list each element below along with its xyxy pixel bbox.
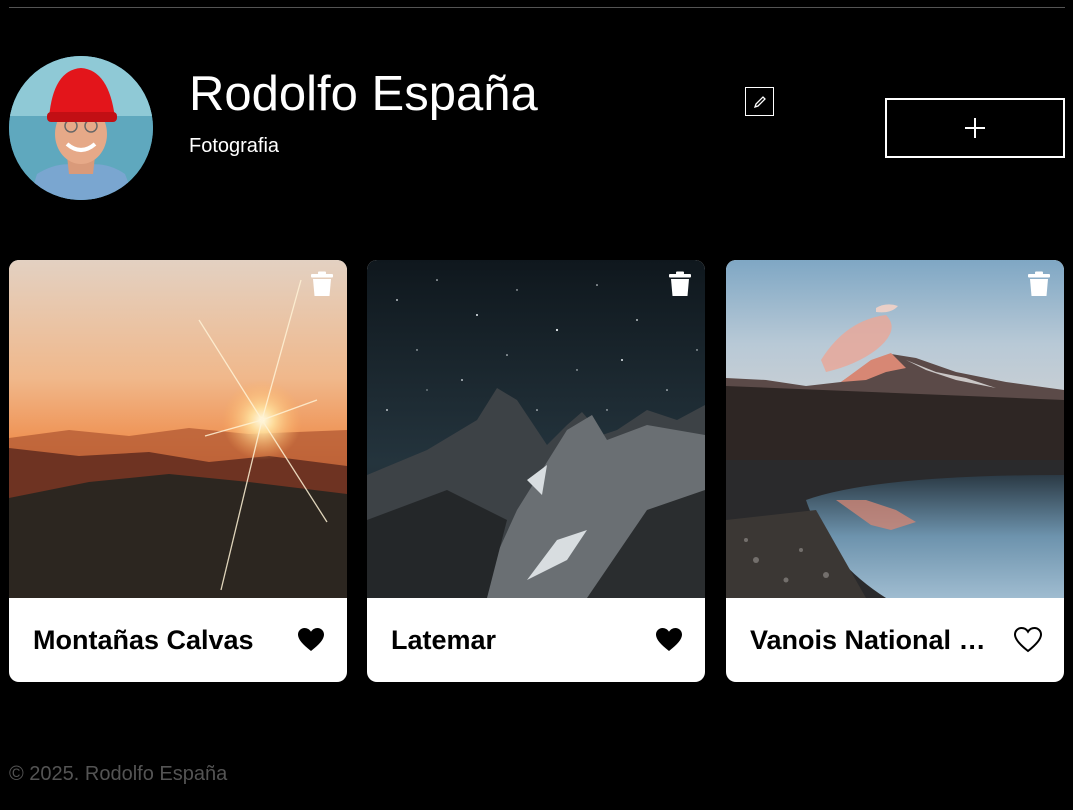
card-title: Montañas Calvas (33, 625, 254, 655)
card-info: Montañas Calvas (9, 598, 347, 682)
like-button[interactable] (297, 627, 325, 653)
card-title: Vanois National Park (750, 625, 1002, 655)
card-title: Latemar (391, 625, 497, 655)
profile-avatar[interactable] (9, 56, 153, 200)
heart-outline-icon (1013, 626, 1043, 653)
add-card-button[interactable] (885, 98, 1065, 158)
delete-card-button[interactable] (309, 271, 335, 297)
card: Montañas Calvas (9, 260, 347, 682)
card-image[interactable] (726, 260, 1064, 598)
card-info: Latemar (367, 598, 705, 682)
card-info: Vanois National Park (726, 598, 1064, 682)
trash-icon (311, 271, 333, 296)
profile-name: Rodolfo España (189, 67, 538, 121)
card: Vanois National Park (726, 260, 1064, 682)
trash-icon (669, 271, 691, 296)
delete-card-button[interactable] (1026, 271, 1052, 297)
footer-copyright: © 2025. Rodolfo España (9, 763, 228, 785)
card-image[interactable] (367, 260, 705, 598)
pencil-icon (753, 95, 766, 108)
trash-icon (1028, 271, 1050, 296)
edit-profile-button[interactable] (745, 87, 774, 116)
heart-filled-icon (298, 628, 324, 651)
profile-about: Fotografia (189, 135, 280, 157)
like-button[interactable] (655, 627, 683, 653)
page: Rodolfo España Fotografia Montañas Calva… (0, 0, 1073, 810)
like-button[interactable] (1013, 626, 1043, 653)
card: Latemar (367, 260, 705, 682)
card-image[interactable] (9, 260, 347, 598)
header-divider (9, 7, 1065, 8)
plus-icon (965, 118, 985, 138)
delete-card-button[interactable] (667, 271, 693, 297)
heart-filled-icon (656, 628, 682, 651)
